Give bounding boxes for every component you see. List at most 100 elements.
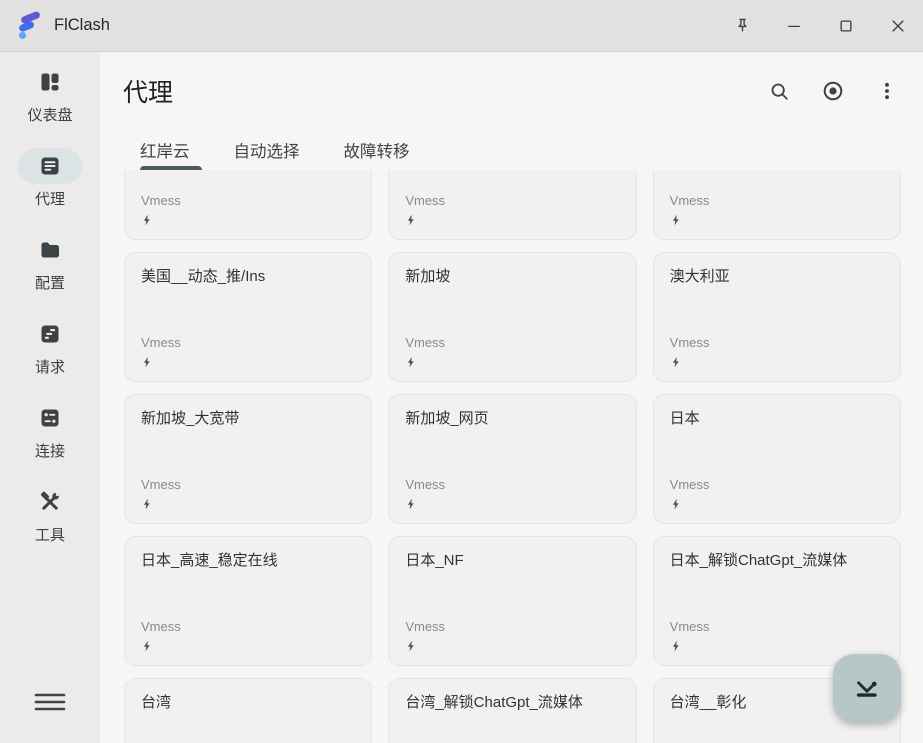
- proxy-card[interactable]: Vmess: [653, 170, 901, 240]
- proxy-card-title: 澳大利亚: [670, 266, 884, 287]
- tools-icon: [38, 490, 62, 514]
- proxy-card-type: Vmess: [141, 334, 355, 351]
- maximize-button[interactable]: [835, 15, 857, 37]
- close-button[interactable]: [887, 15, 909, 37]
- requests-icon: [38, 322, 62, 346]
- proxy-card-title: 日本_NF: [405, 550, 619, 571]
- locate-group-icon: [821, 79, 845, 103]
- proxy-card[interactable]: 新加坡_网页 Vmess: [388, 394, 636, 524]
- bolt-icon: [141, 639, 154, 653]
- header-actions: [760, 72, 906, 110]
- minimize-icon: [785, 17, 803, 35]
- tab-group-2[interactable]: 自动选择: [234, 138, 300, 162]
- bolt-icon: [405, 497, 418, 511]
- proxy-grid: Vmess Vmess Vmess 美国__动态_推/Ins Vmess 新加坡…: [124, 170, 901, 743]
- proxy-card[interactable]: 日本_高速_稳定在线 Vmess: [124, 536, 372, 666]
- bolt-icon: [670, 213, 683, 227]
- bolt-icon: [405, 213, 418, 227]
- proxy-card-type: Vmess: [405, 618, 619, 635]
- sidebar-item-dashboard[interactable]: 仪表盘: [0, 64, 100, 126]
- search-icon: [768, 80, 791, 103]
- minimize-button[interactable]: [783, 15, 805, 37]
- sidebar-item-label: 配置: [35, 273, 65, 294]
- bolt-icon: [405, 639, 418, 653]
- proxies-icon: [38, 154, 62, 178]
- proxy-card[interactable]: Vmess: [388, 170, 636, 240]
- proxy-card-type: Vmess: [141, 192, 355, 209]
- proxy-card-title: 日本_解锁ChatGpt_流媒体: [670, 550, 884, 571]
- titlebar: FlClash: [0, 0, 923, 52]
- close-icon: [889, 17, 907, 35]
- network-ping-icon: [852, 673, 882, 703]
- menu-button[interactable]: [28, 687, 72, 717]
- proxy-card-title: 新加坡_大宽带: [141, 408, 355, 429]
- sidebar-item-label: 代理: [35, 189, 65, 210]
- pin-icon: [733, 16, 752, 35]
- selected-pill: [18, 148, 82, 184]
- sidebar: 仪表盘 代理 配置: [0, 52, 100, 743]
- more-button[interactable]: [868, 72, 906, 110]
- bolt-icon: [141, 497, 154, 511]
- flclash-logo-icon: [13, 10, 43, 42]
- dashboard-icon: [38, 70, 62, 94]
- search-button[interactable]: [760, 72, 798, 110]
- sidebar-item-requests[interactable]: 请求: [0, 316, 100, 378]
- proxy-card-type: Vmess: [670, 192, 884, 209]
- proxy-card-title: 日本_高速_稳定在线: [141, 550, 355, 571]
- locate-group-button[interactable]: [814, 72, 852, 110]
- sidebar-item-proxies[interactable]: 代理: [0, 148, 100, 210]
- bolt-icon: [670, 355, 683, 369]
- proxy-card-title: 新加坡_网页: [405, 408, 619, 429]
- proxy-card-type: Vmess: [670, 618, 884, 635]
- bolt-icon: [670, 497, 683, 511]
- proxy-card[interactable]: Vmess: [124, 170, 372, 240]
- bolt-icon: [141, 213, 154, 227]
- proxy-card-type: Vmess: [405, 476, 619, 493]
- main-header: 代理: [100, 52, 923, 130]
- proxy-card-title: 日本: [670, 408, 884, 429]
- main-content: 代理: [100, 52, 923, 743]
- proxy-card-type: Vmess: [141, 476, 355, 493]
- proxy-card-type: Vmess: [405, 192, 619, 209]
- proxy-card[interactable]: 新加坡_大宽带 Vmess: [124, 394, 372, 524]
- sidebar-item-profiles[interactable]: 配置: [0, 232, 100, 294]
- proxy-card-type: Vmess: [405, 334, 619, 351]
- sidebar-item-label: 仪表盘: [27, 105, 72, 126]
- sidebar-item-connections[interactable]: 连接: [0, 400, 100, 462]
- maximize-icon: [837, 17, 855, 35]
- bolt-icon: [405, 355, 418, 369]
- bolt-icon: [141, 355, 154, 369]
- pin-button[interactable]: [731, 15, 753, 37]
- proxy-scroll-area[interactable]: Vmess Vmess Vmess 美国__动态_推/Ins Vmess 新加坡…: [100, 170, 923, 743]
- delay-test-fab[interactable]: [833, 654, 901, 722]
- tab-group-1[interactable]: 红岸云: [140, 138, 190, 162]
- proxy-group-tabs: 红岸云 自动选择 故障转移: [100, 130, 923, 170]
- proxy-card[interactable]: 新加坡 Vmess: [388, 252, 636, 382]
- bolt-icon: [670, 639, 683, 653]
- proxy-card[interactable]: 澳大利亚 Vmess: [653, 252, 901, 382]
- sidebar-item-label: 工具: [35, 525, 65, 546]
- proxy-card[interactable]: 日本_解锁ChatGpt_流媒体 Vmess: [653, 536, 901, 666]
- connections-icon: [38, 406, 62, 430]
- proxy-card[interactable]: 台湾_解锁ChatGpt_流媒体 Vmess: [388, 678, 636, 743]
- more-vertical-icon: [876, 80, 898, 102]
- proxy-card-type: Vmess: [141, 618, 355, 635]
- proxy-card-title: 台湾_解锁ChatGpt_流媒体: [405, 692, 619, 713]
- proxy-card[interactable]: 日本_NF Vmess: [388, 536, 636, 666]
- hamburger-icon: [34, 690, 66, 714]
- profiles-icon: [38, 238, 62, 262]
- sidebar-item-label: 请求: [35, 357, 65, 378]
- window-controls: [731, 15, 923, 37]
- proxy-card[interactable]: 日本 Vmess: [653, 394, 901, 524]
- flclash-window: FlClash: [0, 0, 923, 743]
- proxy-card-title: 新加坡: [405, 266, 619, 287]
- page-title: 代理: [123, 73, 173, 109]
- proxy-card-type: Vmess: [670, 334, 884, 351]
- sidebar-item-label: 连接: [35, 441, 65, 462]
- sidebar-item-tools[interactable]: 工具: [0, 484, 100, 546]
- proxy-card[interactable]: 美国__动态_推/Ins Vmess: [124, 252, 372, 382]
- app-title: FlClash: [54, 16, 110, 35]
- proxy-card[interactable]: 台湾 Vmess: [124, 678, 372, 743]
- tab-group-3[interactable]: 故障转移: [344, 138, 410, 162]
- proxy-card-title: 美国__动态_推/Ins: [141, 266, 355, 287]
